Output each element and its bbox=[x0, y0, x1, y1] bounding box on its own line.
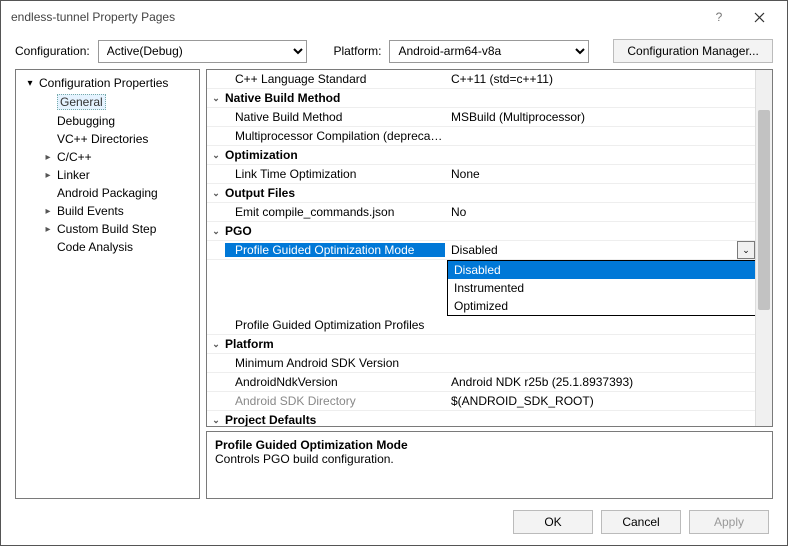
expand-icon[interactable]: ⌄ bbox=[207, 188, 225, 199]
window-title: endless-tunnel Property Pages bbox=[11, 10, 699, 24]
tree-item[interactable]: Linker bbox=[18, 166, 197, 184]
dropdown-option[interactable]: Optimized bbox=[448, 297, 770, 315]
close-button[interactable] bbox=[739, 3, 779, 31]
expand-icon[interactable]: ⌄ bbox=[207, 226, 225, 237]
tree-item[interactable]: Custom Build Step bbox=[18, 220, 197, 238]
collapse-icon[interactable] bbox=[24, 78, 36, 89]
property-value[interactable]: C++11 (std=c++11) bbox=[445, 72, 755, 86]
expand-icon[interactable] bbox=[42, 170, 54, 181]
expand-icon[interactable] bbox=[42, 206, 54, 217]
property-group[interactable]: ⌄Project Defaults bbox=[207, 411, 755, 426]
help-button[interactable]: ? bbox=[699, 3, 739, 31]
property-name: PGO bbox=[225, 224, 445, 238]
expand-icon[interactable]: ⌄ bbox=[207, 339, 225, 350]
tree-item-label: Android Packaging bbox=[57, 186, 158, 200]
property-name: Project Defaults bbox=[225, 413, 445, 426]
property-name: C++ Language Standard bbox=[225, 72, 445, 86]
tree-item-label: Build Events bbox=[57, 204, 124, 218]
tree-item[interactable]: Build Events bbox=[18, 202, 197, 220]
property-name: Profile Guided Optimization Mode bbox=[225, 243, 445, 257]
property-value[interactable]: $(ANDROID_SDK_ROOT) bbox=[445, 394, 755, 408]
expand-icon[interactable] bbox=[42, 224, 54, 235]
platform-label: Platform: bbox=[333, 44, 381, 58]
pgo-mode-dropdown[interactable]: DisabledInstrumentedOptimized bbox=[447, 260, 771, 316]
expand-icon[interactable] bbox=[42, 152, 54, 163]
tree-item[interactable]: VC++ Directories bbox=[18, 130, 197, 148]
tree-item-label: Debugging bbox=[57, 114, 115, 128]
apply-button[interactable]: Apply bbox=[689, 510, 769, 534]
tree-item-label: C/C++ bbox=[57, 150, 92, 164]
property-name: Platform bbox=[225, 337, 445, 351]
property-row[interactable]: Profile Guided Optimization ModeDisabled… bbox=[207, 241, 755, 260]
grid-scrollbar[interactable] bbox=[755, 70, 772, 426]
property-name: Output Files bbox=[225, 186, 445, 200]
property-group[interactable]: ⌄Native Build Method bbox=[207, 89, 755, 108]
scrollbar-thumb[interactable] bbox=[758, 110, 770, 310]
property-group[interactable]: ⌄PGO bbox=[207, 222, 755, 241]
tree-item-label: Code Analysis bbox=[57, 240, 133, 254]
property-row[interactable]: Link Time OptimizationNone bbox=[207, 165, 755, 184]
property-row[interactable]: Native Build MethodMSBuild (Multiprocess… bbox=[207, 108, 755, 127]
property-name: Link Time Optimization bbox=[225, 167, 445, 181]
property-value[interactable]: None bbox=[445, 167, 755, 181]
property-name: Optimization bbox=[225, 148, 445, 162]
tree-root[interactable]: Configuration Properties bbox=[18, 74, 197, 92]
property-row[interactable]: AndroidNdkVersionAndroid NDK r25b (25.1.… bbox=[207, 373, 755, 392]
tree-item-label: Custom Build Step bbox=[57, 222, 156, 236]
property-row[interactable]: Profile Guided Optimization Profiles bbox=[207, 316, 755, 335]
configuration-combo[interactable]: Active(Debug) bbox=[98, 40, 308, 63]
property-value[interactable]: Disabled bbox=[445, 243, 755, 257]
property-row[interactable]: Multiprocessor Compilation (deprecated) bbox=[207, 127, 755, 146]
property-name: Multiprocessor Compilation (deprecated) bbox=[225, 129, 445, 143]
property-group[interactable]: ⌄Optimization bbox=[207, 146, 755, 165]
property-group[interactable]: ⌄Platform bbox=[207, 335, 755, 354]
tree-item[interactable]: General bbox=[18, 92, 197, 112]
tree-item[interactable]: Debugging bbox=[18, 112, 197, 130]
expand-icon[interactable]: ⌄ bbox=[207, 93, 225, 104]
property-group[interactable]: ⌄Output Files bbox=[207, 184, 755, 203]
property-value[interactable]: No bbox=[445, 205, 755, 219]
dropdown-option[interactable]: Instrumented bbox=[448, 279, 770, 297]
configuration-label: Configuration: bbox=[15, 44, 90, 58]
description-title: Profile Guided Optimization Mode bbox=[215, 438, 764, 452]
property-name: Minimum Android SDK Version bbox=[225, 356, 445, 370]
property-value[interactable]: MSBuild (Multiprocessor) bbox=[445, 110, 755, 124]
property-grid[interactable]: C++ Language StandardC++11 (std=c++11)⌄N… bbox=[206, 69, 773, 427]
tree-item[interactable]: C/C++ bbox=[18, 148, 197, 166]
description-box: Profile Guided Optimization Mode Control… bbox=[206, 431, 773, 499]
expand-icon[interactable]: ⌄ bbox=[207, 150, 225, 161]
property-name: AndroidNdkVersion bbox=[225, 375, 445, 389]
property-name: Native Build Method bbox=[225, 91, 445, 105]
platform-combo[interactable]: Android-arm64-v8a bbox=[389, 40, 589, 63]
property-row[interactable]: Android SDK Directory$(ANDROID_SDK_ROOT) bbox=[207, 392, 755, 411]
cancel-button[interactable]: Cancel bbox=[601, 510, 681, 534]
description-text: Controls PGO build configuration. bbox=[215, 452, 764, 466]
property-row[interactable]: Emit compile_commands.jsonNo bbox=[207, 203, 755, 222]
chevron-down-icon[interactable]: ⌄ bbox=[737, 241, 755, 259]
property-name: Profile Guided Optimization Profiles bbox=[225, 318, 445, 332]
tree-item[interactable]: Android Packaging bbox=[18, 184, 197, 202]
property-value[interactable]: Android NDK r25b (25.1.8937393) bbox=[445, 375, 755, 389]
property-row[interactable]: Minimum Android SDK Version bbox=[207, 354, 755, 373]
property-name: Android SDK Directory bbox=[225, 394, 445, 408]
tree-item[interactable]: Code Analysis bbox=[18, 238, 197, 256]
property-row[interactable]: C++ Language StandardC++11 (std=c++11) bbox=[207, 70, 755, 89]
tree-item-label: Linker bbox=[57, 168, 90, 182]
property-name: Emit compile_commands.json bbox=[225, 205, 445, 219]
property-name: Native Build Method bbox=[225, 110, 445, 124]
configuration-manager-button[interactable]: Configuration Manager... bbox=[613, 39, 773, 63]
dropdown-option[interactable]: Disabled bbox=[448, 261, 770, 279]
property-tree[interactable]: Configuration Properties General Debuggin… bbox=[15, 69, 200, 499]
tree-item-label: VC++ Directories bbox=[57, 132, 148, 146]
ok-button[interactable]: OK bbox=[513, 510, 593, 534]
expand-icon[interactable]: ⌄ bbox=[207, 415, 225, 426]
tree-item-label: General bbox=[57, 94, 106, 110]
